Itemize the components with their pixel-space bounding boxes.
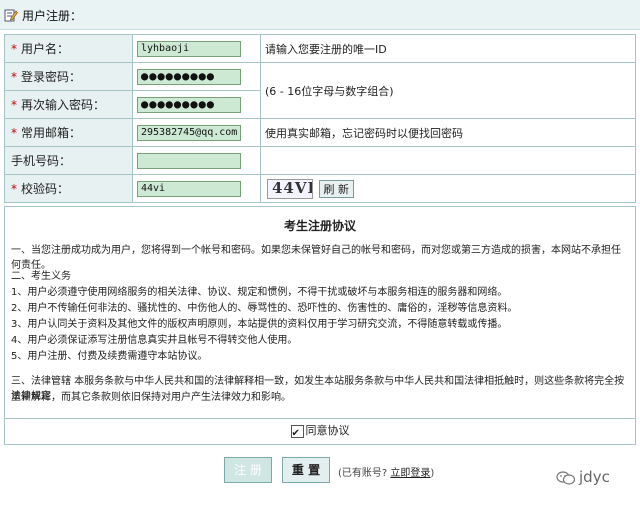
username-hint: 请输入您要注册的唯一ID: [260, 34, 636, 63]
password-row: * 登录密码： ●●●●●●●●● (6 - 16位字母与数字组合): [4, 62, 636, 119]
captcha-label-text: 校验码：: [21, 182, 70, 196]
wechat-icon: [556, 470, 576, 485]
captcha-tools: 44VI 刷 新: [260, 174, 636, 203]
username-label: * 用户名：: [4, 34, 133, 63]
watermark: jdyc: [556, 468, 610, 486]
confirm-password-input[interactable]: ●●●●●●●●●: [137, 96, 241, 113]
email-row: * 常用邮箱： 295382745@qq.com 使用真实邮箱，忘记密码时以便找回…: [4, 118, 636, 147]
password-label-text: 登录密码：: [21, 70, 82, 84]
email-label: * 常用邮箱：: [4, 118, 133, 147]
login-link[interactable]: 立即登录: [390, 468, 430, 479]
registration-form: * 用户名： lyhbaoji 请输入您要注册的唯一ID * 登录密码： ●●●●●…: [4, 34, 636, 203]
password-hint: (6 - 16位字母与数字组合): [260, 62, 636, 119]
agreement-item: 5、用户注册、付费及续费需遵守本站协议。: [11, 351, 208, 362]
register-button[interactable]: 注 册: [224, 457, 272, 483]
agree-row: 同意协议: [4, 419, 636, 446]
required-mark: *: [11, 42, 17, 56]
email-cell: 295382745@qq.com: [132, 118, 261, 147]
agreement-section-2-title: 二、考生义务: [11, 271, 71, 282]
email-label-text: 常用邮箱：: [21, 126, 82, 140]
login-hint: (已有账号? 立即登录): [338, 464, 434, 479]
agree-label: 同意协议: [305, 424, 350, 437]
email-hint: 使用真实邮箱，忘记密码时以便找回密码: [260, 118, 636, 147]
password-cell: ●●●●●●●●●: [132, 62, 261, 91]
confirm-password-cell: ●●●●●●●●●: [132, 90, 261, 119]
email-input[interactable]: 295382745@qq.com: [137, 124, 241, 141]
required-mark: *: [11, 70, 17, 84]
agreement-section-3-line-2: 重新解释，而其它条款则依旧保持对用户产生法律效力和影响。: [11, 392, 291, 403]
phone-cell: [132, 146, 261, 175]
refresh-captcha-button[interactable]: 刷 新: [318, 179, 354, 198]
phone-row: 手机号码：: [4, 146, 636, 175]
required-mark: *: [11, 98, 17, 112]
agreement-item: 2、用户不传输任何非法的、骚扰性的、中伤他人的、辱骂性的、恐吓性的、伤害性的、庸…: [11, 303, 518, 314]
captcha-image-text: 44VI: [272, 178, 313, 197]
confirm-password-label: * 再次输入密码：: [4, 90, 133, 119]
page-header: 用户注册：: [0, 0, 640, 30]
captcha-label: * 校验码：: [4, 174, 133, 203]
agree-checkbox[interactable]: [290, 422, 304, 446]
phone-input[interactable]: [137, 152, 241, 169]
captcha-input[interactable]: 44vi: [137, 180, 241, 197]
required-mark: *: [11, 182, 17, 196]
agreement-item: 4、用户必须保证添写注册信息真实并且帐号不得转交他人使用。: [11, 335, 298, 346]
edit-form-icon: [4, 9, 18, 22]
phone-hint: [260, 146, 636, 175]
captcha-image[interactable]: 44VI: [267, 178, 313, 199]
username-cell: lyhbaoji: [132, 34, 261, 63]
username-row: * 用户名： lyhbaoji 请输入您要注册的唯一ID: [4, 34, 636, 63]
agreement-panel: 考生注册协议 一、当您注册成功成为用户，您将得到一个帐号和密码。如果您未保管好自…: [4, 206, 636, 419]
captcha-row: * 校验码： 44vi 44VI 刷 新: [4, 174, 636, 203]
reset-button[interactable]: 重 置: [282, 457, 330, 483]
username-input[interactable]: lyhbaoji: [137, 40, 241, 57]
watermark-text: jdyc: [579, 468, 610, 486]
captcha-cell: 44vi: [132, 174, 261, 203]
agreement-item: 3、用户认同关于资料及其他文件的版权声明原则，本站提供的资料仅用于学习研究交流，…: [11, 319, 508, 330]
password-input[interactable]: ●●●●●●●●●: [137, 68, 241, 85]
confirm-password-label-text: 再次输入密码：: [21, 98, 106, 112]
page-title: 用户注册：: [22, 9, 83, 23]
username-label-text: 用户名：: [21, 42, 70, 56]
login-hint-prefix: (已有账号?: [338, 468, 388, 479]
login-hint-suffix: ): [430, 468, 435, 479]
agreement-item: 1、用户必须遵守使用网络服务的相关法律、协议、规定和惯例，不得干扰或破坏与本服务…: [11, 287, 508, 298]
agreement-title: 考生注册协议: [283, 219, 356, 233]
required-mark: *: [11, 126, 17, 140]
phone-label: 手机号码：: [4, 146, 133, 175]
password-label: * 登录密码：: [4, 62, 133, 91]
